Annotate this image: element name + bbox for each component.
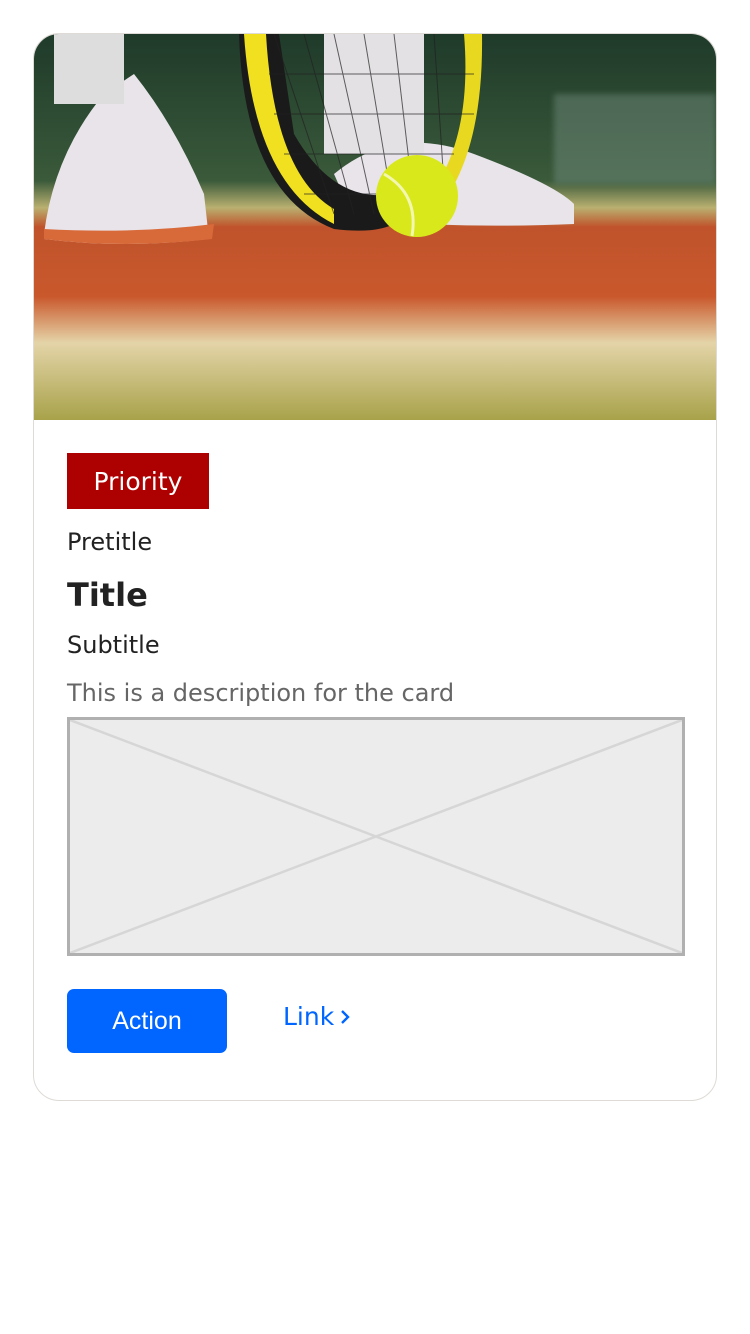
image-placeholder [67, 717, 685, 956]
card-subtitle: Subtitle [67, 631, 160, 659]
card-pretitle: Pretitle [67, 528, 153, 556]
action-button[interactable]: Action [67, 989, 227, 1053]
card-description: This is a description for the card [67, 679, 455, 707]
card: Priority Pretitle Title Subtitle This is… [33, 33, 717, 1101]
chevron-right-icon [341, 1009, 350, 1024]
priority-badge: Priority [67, 453, 209, 509]
card-title: Title [67, 576, 148, 614]
card-link[interactable]: Link [283, 1002, 350, 1031]
card-image [34, 34, 716, 420]
link-label: Link [283, 1002, 335, 1031]
